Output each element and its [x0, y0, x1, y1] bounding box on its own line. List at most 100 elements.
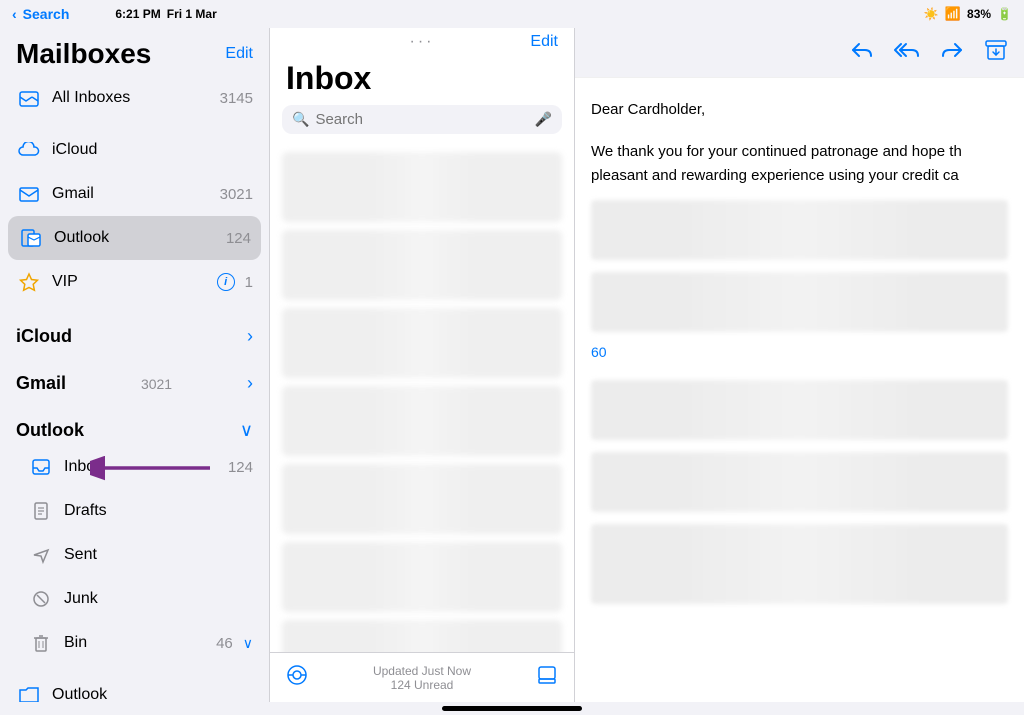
inbox-panel-dots: ···: [410, 33, 435, 51]
back-label[interactable]: Search: [23, 6, 70, 22]
outlook-label: Outlook: [54, 229, 216, 247]
status-bar: ‹ Search 6:21 PM Fri 1 Mar ☀️ 📶 83% 🔋: [0, 0, 1024, 28]
sidebar-edit-button[interactable]: Edit: [225, 45, 253, 63]
sidebar: Mailboxes Edit All Inboxes 3145 iCl: [0, 28, 270, 702]
icloud-section-header[interactable]: iCloud ›: [0, 312, 269, 351]
email-panel: Dear Cardholder, We thank you for your c…: [575, 28, 1024, 702]
bin-label: Bin: [64, 634, 206, 652]
sidebar-item-vip[interactable]: VIP i 1: [0, 260, 269, 304]
battery-label: 83%: [967, 7, 991, 21]
status-left: ‹ Search 6:21 PM Fri 1 Mar: [12, 6, 217, 22]
sidebar-item-outlook-folder[interactable]: Outlook: [0, 673, 269, 702]
inbox-icon: [28, 454, 54, 480]
back-arrow[interactable]: ‹: [12, 6, 17, 22]
home-indicator: [442, 706, 582, 711]
inbox-search-bar[interactable]: 🔍 🎤: [282, 105, 562, 134]
sidebar-item-gmail[interactable]: Gmail 3021: [0, 172, 269, 216]
reply-all-icon[interactable]: [894, 40, 920, 66]
inbox-panel-top-bar: ··· Edit: [270, 28, 574, 56]
forward-icon[interactable]: [940, 40, 964, 66]
email-blurred-3: [591, 380, 1008, 440]
date: Fri 1 Mar: [167, 7, 217, 21]
inbox-updated-text: Updated Just Now: [373, 664, 471, 678]
inbox-status: Updated Just Now 124 Unread: [373, 664, 471, 692]
microphone-icon[interactable]: 🎤: [535, 111, 552, 128]
sidebar-item-inbox[interactable]: Inbox 124: [0, 445, 269, 489]
email-content: Dear Cardholder, We thank you for your c…: [575, 78, 1024, 702]
sidebar-item-sent[interactable]: Sent: [0, 533, 269, 577]
inbox-panel-edit-button[interactable]: Edit: [530, 33, 558, 51]
gmail-section-count: 3021: [141, 376, 172, 392]
icloud-icon: [16, 137, 42, 163]
sent-icon: [28, 542, 54, 568]
gmail-count: 3021: [220, 186, 253, 203]
bin-icon: [28, 630, 54, 656]
email-blurred-1: [591, 200, 1008, 260]
all-inboxes-icon: [16, 85, 42, 111]
sidebar-header: Mailboxes Edit: [0, 28, 269, 76]
battery-icon: 🔋: [997, 7, 1012, 21]
outlook-section-header[interactable]: Outlook ∨: [0, 406, 269, 445]
icloud-section-title: iCloud: [16, 326, 72, 347]
inbox-list-item[interactable]: [282, 386, 562, 456]
inbox-list-item[interactable]: [282, 542, 562, 612]
inbox-list-item[interactable]: [282, 464, 562, 534]
brightness-icon: ☀️: [924, 7, 939, 21]
sidebar-item-outlook[interactable]: Outlook 124: [8, 216, 261, 260]
search-input[interactable]: [315, 111, 528, 128]
outlook-folder-icon: [16, 682, 42, 702]
inbox-list-item[interactable]: [282, 230, 562, 300]
sidebar-item-icloud[interactable]: iCloud: [0, 128, 269, 172]
inbox-panel-title: Inbox: [270, 56, 574, 105]
email-blurred-2: [591, 272, 1008, 332]
status-right: ☀️ 📶 83% 🔋: [924, 6, 1012, 22]
vip-icon: [16, 269, 42, 295]
gmail-section-header[interactable]: Gmail 3021 ›: [0, 359, 269, 398]
sidebar-item-bin[interactable]: Bin 46 ∨: [0, 621, 269, 665]
email-blurred-5: [591, 524, 1008, 604]
inbox-label: Inbox: [64, 458, 218, 476]
outlook-folder-label: Outlook: [52, 686, 253, 702]
icloud-section-chevron: ›: [247, 326, 253, 347]
vip-count: 1: [245, 274, 253, 291]
icloud-label: iCloud: [52, 141, 253, 159]
junk-label: Junk: [64, 590, 253, 608]
drafts-label: Drafts: [64, 502, 253, 520]
outlook-section-chevron: ∨: [240, 420, 253, 441]
reply-icon[interactable]: [850, 40, 874, 66]
wifi-icon: 📶: [945, 6, 961, 22]
sent-label: Sent: [64, 546, 253, 564]
sidebar-item-junk[interactable]: Junk: [0, 577, 269, 621]
vip-info-icon[interactable]: i: [217, 273, 235, 291]
inbox-list-item[interactable]: [282, 308, 562, 378]
bin-chevron: ∨: [243, 635, 253, 652]
gmail-icon: [16, 181, 42, 207]
inbox-list-item[interactable]: [282, 620, 562, 652]
email-greeting: Dear Cardholder,: [591, 98, 1008, 122]
vip-label: VIP: [52, 273, 207, 291]
inbox-list-item[interactable]: [282, 152, 562, 222]
archive-icon[interactable]: [984, 39, 1008, 67]
email-body-1: We thank you for your continued patronag…: [591, 140, 1008, 164]
email-body-2: pleasant and rewarding experience using …: [591, 164, 1008, 188]
gmail-section-chevron: ›: [247, 373, 253, 394]
all-inboxes-label: All Inboxes: [52, 89, 210, 107]
drafts-icon: [28, 498, 54, 524]
sidebar-title: Mailboxes: [16, 38, 151, 70]
inbox-list: [270, 144, 574, 652]
compose-icon[interactable]: [536, 664, 558, 692]
gmail-label: Gmail: [52, 185, 210, 203]
main-layout: Mailboxes Edit All Inboxes 3145 iCl: [0, 28, 1024, 702]
inbox-bottom-bar: Updated Just Now 124 Unread: [270, 652, 574, 702]
outlook-icon: [18, 225, 44, 251]
filter-icon[interactable]: [286, 664, 308, 692]
email-toolbar: [575, 28, 1024, 78]
inbox-unread-count: 124 Unread: [373, 678, 471, 692]
sidebar-item-drafts[interactable]: Drafts: [0, 489, 269, 533]
outlook-count: 124: [226, 230, 251, 247]
bin-count: 46: [216, 635, 233, 652]
email-link[interactable]: 60: [591, 344, 1008, 360]
gmail-section-title: Gmail: [16, 373, 66, 394]
inbox-panel: ··· Edit Inbox 🔍 🎤: [270, 28, 575, 702]
sidebar-item-all-inboxes[interactable]: All Inboxes 3145: [0, 76, 269, 120]
